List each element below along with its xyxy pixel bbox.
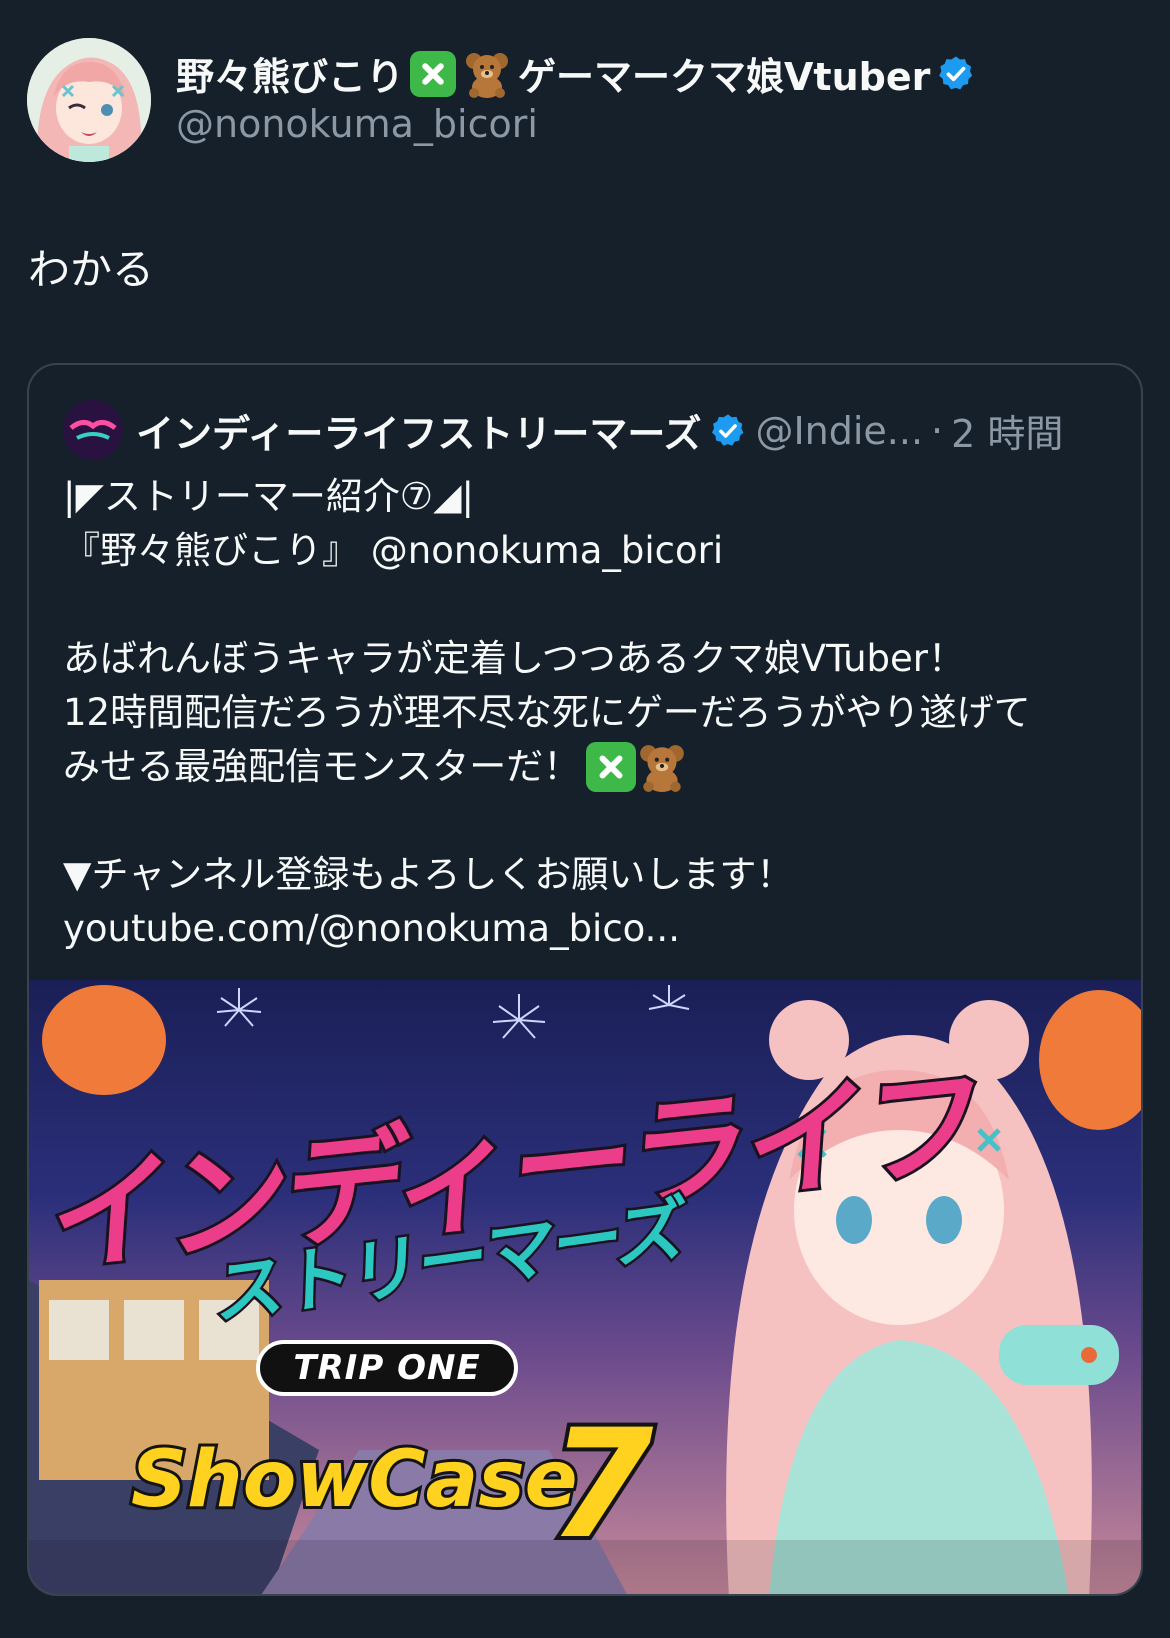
quoted-line: 12時間配信だろうが理不尽な死にゲーだろうがやり遂げて bbox=[63, 691, 1031, 734]
author-display-name-suffix[interactable]: ゲーマークマ娘Vtuber bbox=[518, 46, 930, 101]
verified-badge-icon[interactable] bbox=[936, 54, 976, 94]
quoted-line-text: みせる最強配信モンスターだ！ bbox=[63, 745, 581, 788]
cross-mark-icon bbox=[586, 742, 637, 792]
tweet[interactable]: 野々熊びこり ゲーマークマ娘Vtuber @nonokuma_bicori わか… bbox=[0, 0, 1170, 1638]
author-avatar[interactable] bbox=[27, 38, 151, 162]
verified-badge-icon[interactable] bbox=[709, 412, 747, 450]
author-handle[interactable]: @nonokuma_bicori bbox=[176, 102, 538, 146]
quoted-line-with-emoji: みせる最強配信モンスターだ！ bbox=[63, 740, 1123, 794]
quoted-text: |◤ストリーマー紹介⑦◢| 『野々熊びこり』 @nonokuma_bicori … bbox=[63, 470, 1123, 956]
quoted-line: ▼チャンネル登録もよろしくお願いします！ bbox=[63, 853, 794, 896]
quoted-blank-line bbox=[63, 794, 1123, 848]
quoted-handle[interactable]: @Indie... bbox=[755, 409, 923, 453]
quoted-header[interactable]: インディーライフストリーマーズ @Indie... · 2 時間 bbox=[136, 403, 1063, 458]
quoted-tweet[interactable]: インディーライフストリーマーズ @Indie... · 2 時間 |◤ストリーマ… bbox=[27, 363, 1143, 1596]
teddy-bear-icon bbox=[466, 52, 509, 98]
banner-number: 7 bbox=[545, 1394, 657, 1576]
quoted-link[interactable]: youtube.com/@nonokuma_bico... bbox=[63, 902, 1123, 956]
quoted-display-name[interactable]: インディーライフストリーマーズ bbox=[136, 403, 701, 458]
author-name-row[interactable]: 野々熊びこり ゲーマークマ娘Vtuber bbox=[176, 46, 976, 101]
quoted-separator: · bbox=[931, 408, 944, 453]
quoted-line: |◤ストリーマー紹介⑦◢| bbox=[63, 475, 475, 518]
banner-showcase: ShowCase bbox=[128, 1432, 581, 1528]
quoted-line: 『野々熊びこり』 @nonokuma_bicori bbox=[63, 529, 724, 572]
quoted-timestamp[interactable]: 2 時間 bbox=[951, 403, 1063, 458]
quoted-line: あばれんぼうキャラが定着しつつあるクマ娘VTuber！ bbox=[63, 637, 965, 680]
channel-logo-icon bbox=[63, 400, 123, 460]
cross-mark-icon bbox=[410, 50, 457, 97]
quoted-media-image[interactable]: インディーライフ ストリーマーズ TRIP ONE ShowCase 7 bbox=[29, 980, 1141, 1594]
quoted-blank-line bbox=[63, 578, 1123, 632]
tweet-text: わかる bbox=[28, 245, 155, 294]
quoted-avatar[interactable] bbox=[63, 400, 123, 460]
teddy-bear-icon bbox=[640, 745, 685, 792]
banner-badge: TRIP ONE bbox=[256, 1340, 518, 1396]
girl-avatar-icon bbox=[27, 38, 151, 162]
author-display-name[interactable]: 野々熊びこり bbox=[176, 46, 404, 101]
